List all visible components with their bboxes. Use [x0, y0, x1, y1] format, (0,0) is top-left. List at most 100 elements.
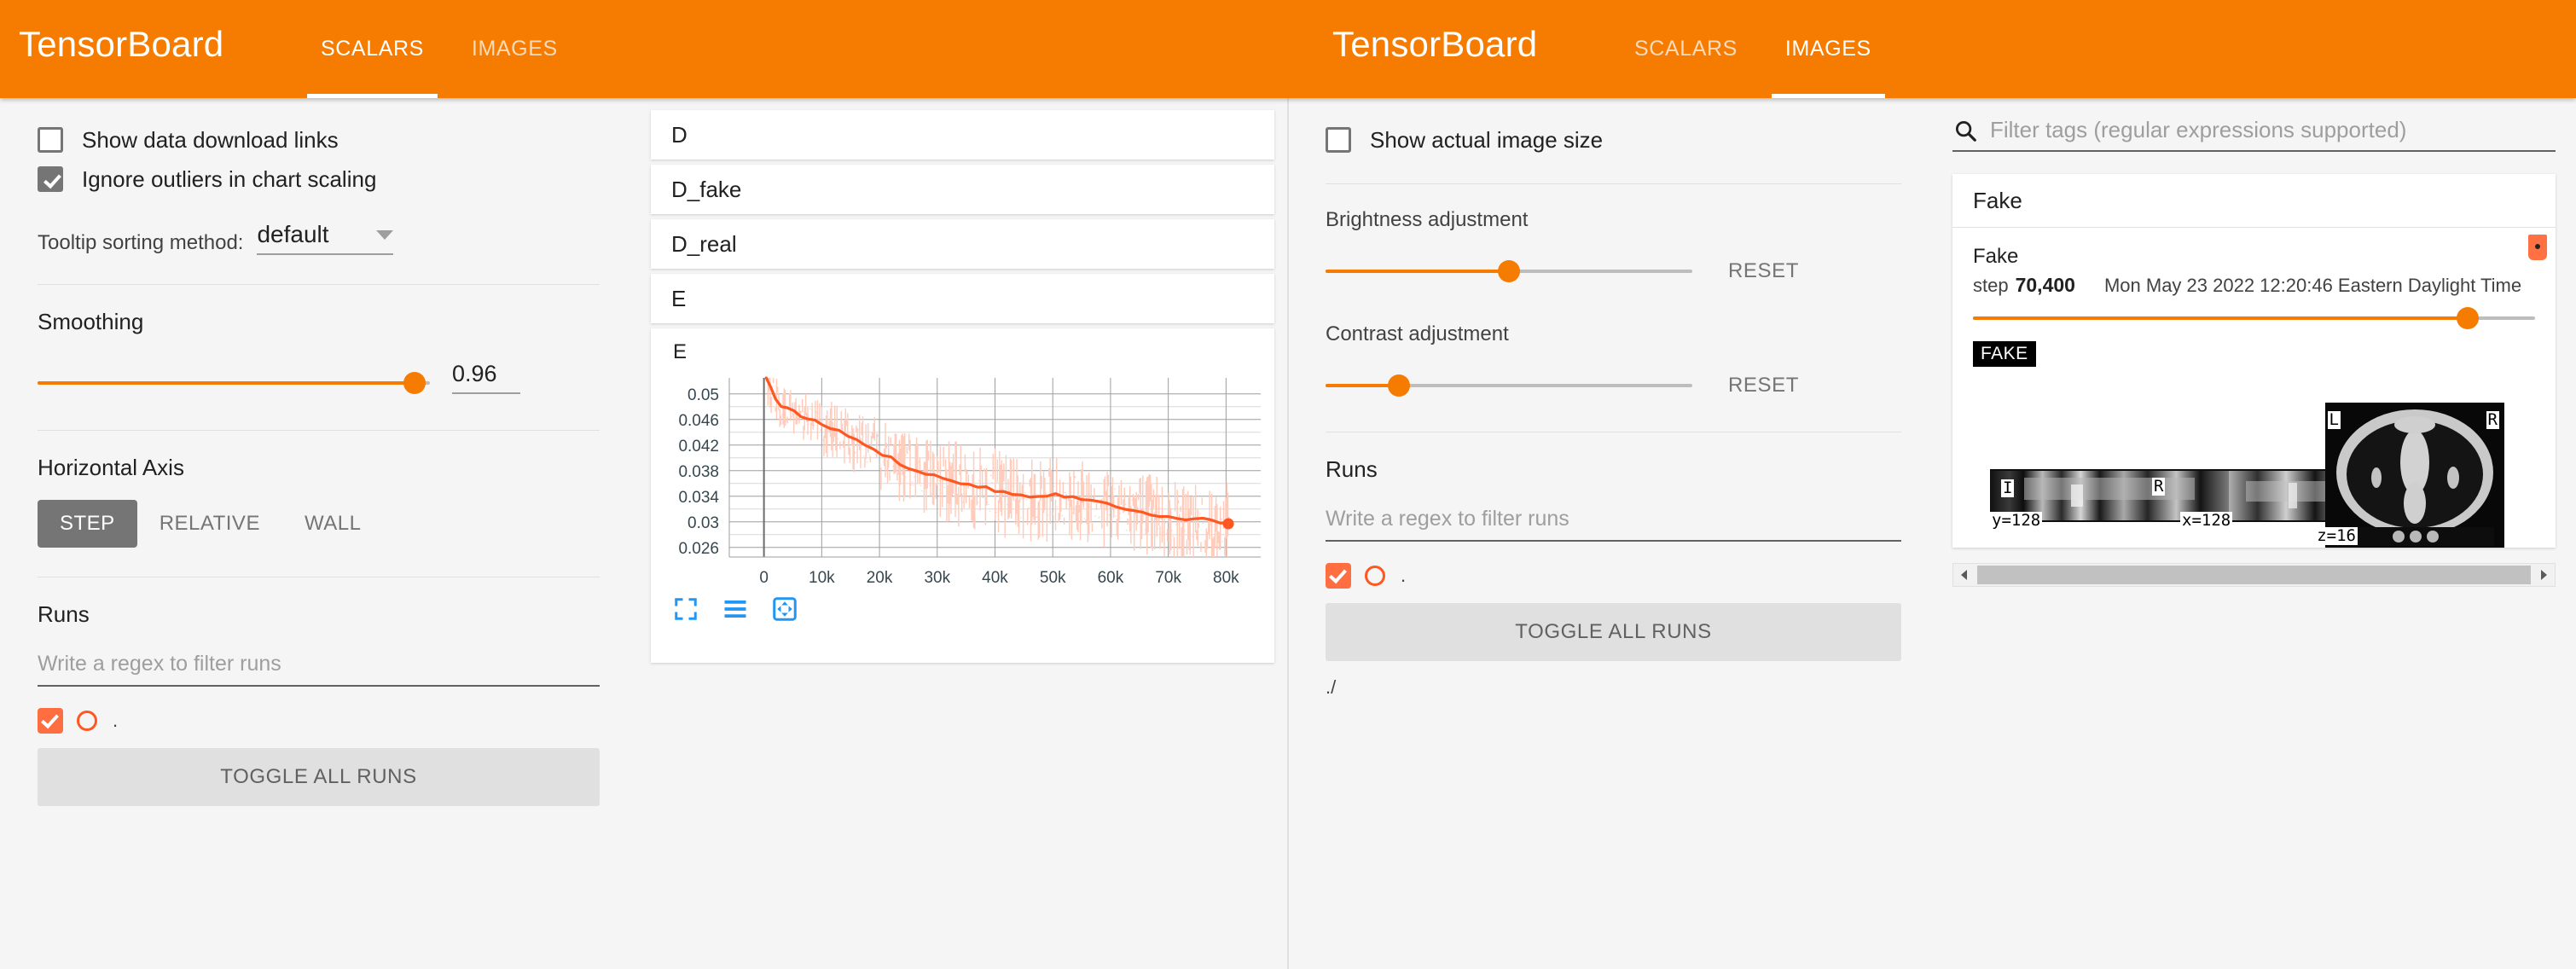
image-card-header-title: Fake	[1973, 187, 2022, 213]
svg-text:0.05: 0.05	[688, 386, 719, 404]
step-word-label: step	[1973, 275, 2009, 296]
image-card-header[interactable]: Fake	[1952, 174, 2556, 228]
tab-scalars-left[interactable]: SCALARS	[297, 0, 448, 98]
tab-scalars-right[interactable]: SCALARS	[1610, 0, 1761, 98]
scalars-run-checkbox[interactable]	[38, 708, 63, 734]
contrast-label: Contrast adjustment	[1326, 322, 1509, 345]
tab-images-right[interactable]: IMAGES	[1761, 0, 1895, 98]
pan-chart-icon[interactable]	[772, 596, 798, 622]
scan-label-inferior: I	[2001, 479, 2015, 497]
chart-plot-area[interactable]: 0.05 0.046 0.042 0.038 0.034 0.03 0.026 0 10k 20k…	[651, 371, 1274, 593]
ignore-outliers-checkbox[interactable]	[38, 166, 63, 192]
brightness-fill	[1326, 270, 1509, 273]
image-step-thumb[interactable]	[2456, 307, 2479, 329]
pane-divider	[1287, 98, 1289, 969]
filter-tags-row[interactable]: Filter tags (regular expressions support…	[1952, 117, 2556, 152]
axis-option-wall[interactable]: WALL	[282, 500, 383, 548]
tab-images-left[interactable]: IMAGES	[448, 0, 582, 98]
smoothing-label: Smoothing	[38, 309, 144, 334]
scalars-run-name: .	[113, 710, 119, 731]
svg-text:30k: 30k	[924, 569, 950, 587]
images-runs-filter-input[interactable]: Write a regex to filter runs	[1326, 507, 1901, 542]
step-value: 70,400	[2015, 274, 2075, 296]
scalar-card-d-title: D	[671, 121, 688, 148]
scalars-card-list: D D_fake D_real E E 0.05 0.046 0.042 0.038 0…	[637, 98, 1288, 969]
smoothing-value-field[interactable]: 0.96	[452, 361, 520, 394]
svg-text:0.03: 0.03	[688, 514, 719, 532]
ignore-outliers-row[interactable]: Ignore outliers in chart scaling	[38, 160, 600, 199]
show-actual-size-label: Show actual image size	[1370, 126, 1604, 153]
chevron-down-icon	[376, 230, 394, 240]
image-step-slider[interactable]	[1973, 307, 2535, 329]
brand-title-left: TensorBoard	[19, 24, 224, 64]
images-run-checkbox[interactable]	[1326, 563, 1351, 589]
tooltip-sort-value: default	[257, 221, 329, 247]
scalar-chart-card-e: E 0.05 0.046 0.042 0.038 0.034 0.03 0.026 0 10k 2…	[651, 328, 1274, 663]
svg-text:0.034: 0.034	[678, 489, 719, 507]
brightness-slider[interactable]	[1326, 260, 1692, 282]
scrollbar-thumb[interactable]	[1977, 566, 2531, 584]
svg-text:20k: 20k	[867, 569, 893, 587]
images-pane: Show actual image size Brightness adjust…	[1288, 98, 2576, 969]
ct-scan-montage[interactable]: y=128 x=128 z=16 I R L R	[1973, 403, 2535, 548]
contrast-row: RESET	[1326, 374, 1901, 397]
images-toggle-all-runs-button[interactable]: TOGGLE ALL RUNS	[1326, 603, 1901, 661]
smoothing-thumb[interactable]	[403, 372, 426, 394]
images-card-list: Filter tags (regular expressions support…	[1939, 98, 2576, 969]
scalar-card-e[interactable]: E	[651, 274, 1274, 323]
run-color-chip-icon[interactable]	[2528, 235, 2547, 260]
scan-label-right-strip: R	[2152, 477, 2166, 496]
scalars-runs-filter-input[interactable]: Write a regex to filter runs	[38, 652, 600, 687]
svg-text:0.042: 0.042	[678, 438, 719, 455]
tooltip-sort-label: Tooltip sorting method:	[38, 231, 244, 254]
brightness-reset-button[interactable]: RESET	[1728, 259, 1799, 283]
image-card-body: Fake step 70,400 Mon May 23 2022 12:20:4…	[1952, 228, 2556, 548]
svg-text:0.038: 0.038	[678, 463, 719, 481]
scalar-card-d-real-title: D_real	[671, 230, 737, 257]
search-icon	[1956, 121, 1976, 142]
svg-text:0.046: 0.046	[678, 412, 719, 430]
scalars-runs-label: Runs	[38, 601, 90, 627]
tensorboard-app: TensorBoard SCALARS IMAGES TensorBoard S…	[0, 0, 2576, 969]
wall-time-value: Mon May 23 2022 12:20:46 Eastern Dayligh…	[2103, 275, 2522, 296]
contrast-reset-button[interactable]: RESET	[1728, 374, 1799, 397]
chart-title: E	[673, 340, 688, 363]
images-runs-label: Runs	[1326, 456, 1378, 482]
images-run-color-circle	[1365, 566, 1385, 586]
scrollbar-right-arrow-icon[interactable]	[2532, 569, 2555, 581]
contrast-slider[interactable]	[1326, 374, 1692, 397]
scan-label-axial: z=16	[2315, 526, 2358, 545]
scalar-card-d[interactable]: D	[651, 110, 1274, 160]
image-horizontal-scrollbar[interactable]	[1952, 563, 2556, 587]
images-run-path: ./	[1326, 676, 1337, 698]
expand-chart-icon[interactable]	[673, 596, 699, 622]
contrast-thumb[interactable]	[1388, 374, 1410, 397]
svg-text:0.026: 0.026	[678, 540, 719, 558]
axis-option-relative[interactable]: RELATIVE	[137, 500, 282, 548]
smoothing-slider[interactable]	[38, 372, 430, 394]
axis-option-step[interactable]: STEP	[38, 500, 137, 548]
scalars-toggle-all-runs-button[interactable]: TOGGLE ALL RUNS	[38, 748, 600, 806]
scalar-card-d-fake[interactable]: D_fake	[651, 165, 1274, 214]
tooltip-sort-select[interactable]: default	[257, 221, 394, 255]
show-download-links-row[interactable]: Show data download links	[38, 120, 600, 160]
tooltip-sort-row: Tooltip sorting method: default	[38, 221, 600, 255]
images-sidebar: Show actual image size Brightness adjust…	[1288, 98, 1939, 969]
horizontal-axis-toggle-group: STEP RELATIVE WALL	[38, 500, 600, 548]
ignore-outliers-label: Ignore outliers in chart scaling	[82, 165, 377, 192]
scalar-card-d-real[interactable]: D_real	[651, 219, 1274, 269]
data-table-icon[interactable]	[722, 596, 748, 622]
brightness-thumb[interactable]	[1498, 260, 1520, 282]
scrollbar-left-arrow-icon[interactable]	[1953, 569, 1976, 581]
brightness-row: RESET	[1326, 259, 1901, 283]
left-pane-tabs: SCALARS IMAGES	[297, 0, 582, 98]
filter-tags-input[interactable]: Filter tags (regular expressions support…	[1990, 117, 2406, 143]
images-run-name: .	[1401, 565, 1407, 586]
show-actual-size-row[interactable]: Show actual image size	[1326, 120, 1901, 160]
scalar-card-e-title: E	[671, 285, 687, 311]
images-run-item[interactable]: .	[1326, 554, 1901, 598]
show-actual-size-checkbox[interactable]	[1326, 127, 1351, 153]
scalars-run-item[interactable]: .	[38, 699, 600, 743]
show-download-links-checkbox[interactable]	[38, 127, 63, 153]
show-download-links-label: Show data download links	[82, 126, 339, 153]
